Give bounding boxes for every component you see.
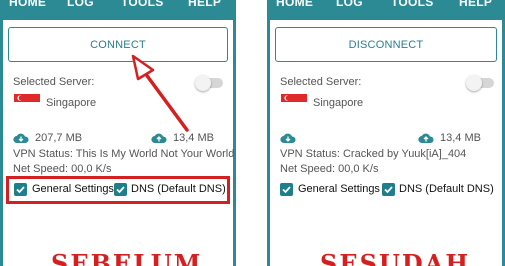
app-panel-after: HOME LOG TOOLS HELP DISCONNECT Selected … xyxy=(267,0,505,266)
dns-checkbox[interactable] xyxy=(382,183,395,196)
download-value: 207,7 MB xyxy=(35,132,83,144)
nav-home[interactable]: HOME xyxy=(9,0,46,9)
highlight-box xyxy=(6,176,230,204)
selected-server-label: Selected Server: xyxy=(13,76,95,88)
cloud-download-icon xyxy=(13,133,29,144)
disconnect-button[interactable]: DISCONNECT xyxy=(275,27,497,62)
vpn-status: VPN Status: This Is My World Not Your Wo… xyxy=(13,148,235,160)
cloud-download-icon xyxy=(280,133,296,144)
nav-log[interactable]: LOG xyxy=(67,0,94,9)
nav-log[interactable]: LOG xyxy=(336,0,363,9)
selected-server-label: Selected Server: xyxy=(280,76,362,88)
net-speed: Net Speed: 00,0 K/s xyxy=(280,163,379,175)
nav-tools[interactable]: TOOLS xyxy=(391,0,434,9)
checkmark-icon xyxy=(384,186,393,194)
server-toggle[interactable] xyxy=(195,75,223,91)
checkmark-icon xyxy=(282,186,291,194)
cloud-upload-icon xyxy=(418,133,434,144)
nav-tools[interactable]: TOOLS xyxy=(121,0,164,9)
cloud-upload-icon xyxy=(151,133,167,144)
main-card: DISCONNECT Selected Server: Singapore 13… xyxy=(270,20,502,266)
before-label: SEBELUM xyxy=(51,249,203,266)
top-nav: HOME LOG TOOLS HELP xyxy=(0,0,236,18)
dns-label: DNS (Default DNS) xyxy=(399,183,494,195)
connect-button[interactable]: CONNECT xyxy=(8,27,228,62)
server-name: Singapore xyxy=(313,97,364,109)
app-panel-before: HOME LOG TOOLS HELP CONNECT Selected Ser… xyxy=(0,0,236,266)
server-toggle[interactable] xyxy=(466,75,494,91)
vpn-status: VPN Status: Cracked by Yuuk[iA]_404 xyxy=(280,148,467,160)
server-name: Singapore xyxy=(46,97,97,109)
net-speed: Net Speed: 00,0 K/s xyxy=(13,163,112,175)
general-settings-label: General Settings xyxy=(298,183,380,195)
singapore-flag-icon xyxy=(281,94,307,110)
singapore-flag-icon xyxy=(14,94,40,110)
upload-value: 13,4 MB xyxy=(440,132,481,144)
main-card: CONNECT Selected Server: Singapore 207,7… xyxy=(3,20,235,266)
nav-help[interactable]: HELP xyxy=(459,0,492,9)
after-label: SESUDAH xyxy=(320,249,470,266)
general-settings-checkbox[interactable] xyxy=(280,183,293,196)
nav-help[interactable]: HELP xyxy=(188,0,221,9)
upload-value: 13,4 MB xyxy=(173,132,214,144)
nav-home[interactable]: HOME xyxy=(276,0,313,9)
top-nav: HOME LOG TOOLS HELP xyxy=(267,0,505,18)
